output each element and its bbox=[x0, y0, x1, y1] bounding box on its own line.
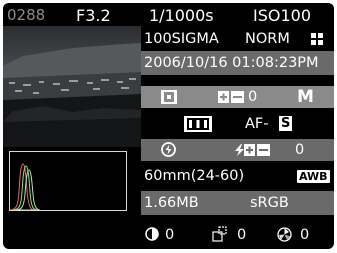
playback-screen: 0288 F3.2 1/1000s ISO100 100SIGMA NORM 2… bbox=[3, 3, 334, 249]
capture-datetime: 2006/10/16 01:08:23PM bbox=[144, 55, 319, 71]
exposure-mode: M bbox=[297, 87, 314, 107]
focus-mode: AF- bbox=[245, 116, 269, 132]
white-balance-badge: AWB bbox=[297, 170, 330, 183]
shooting-info-panel: 100SIGMA NORM 2006/10/16 01:08:23PM 0 M … bbox=[141, 26, 334, 249]
datetime-row: 2006/10/16 01:08:23PM bbox=[141, 51, 334, 75]
iso-value: ISO100 bbox=[253, 6, 312, 25]
exposure-row: 0 M bbox=[141, 86, 334, 108]
folder-name: 100SIGMA bbox=[144, 31, 219, 47]
focus-row: AF- S bbox=[141, 113, 334, 135]
sharpness-icon bbox=[212, 226, 227, 242]
sharpness-value: 0 bbox=[237, 227, 247, 243]
contrast-value: 0 bbox=[165, 227, 175, 243]
aperture-value: F3.2 bbox=[76, 6, 111, 25]
file-size: 1.66MB bbox=[144, 195, 199, 211]
image-quality: NORM bbox=[245, 31, 290, 47]
quality-grid-icon bbox=[311, 33, 323, 45]
focal-length: 60mm(24-60) bbox=[144, 168, 245, 184]
focus-mode-badge: S bbox=[279, 116, 293, 131]
saturation-value: 0 bbox=[300, 227, 310, 243]
lens-row: 60mm(24-60) AWB bbox=[141, 165, 334, 187]
shutter-speed: 1/1000s bbox=[149, 6, 214, 25]
folder-row: 100SIGMA NORM bbox=[141, 28, 334, 50]
exposure-comp-value: 0 bbox=[248, 89, 258, 105]
exposure-comp-icon bbox=[218, 91, 244, 103]
contrast-icon bbox=[145, 227, 159, 241]
af-area-icon bbox=[184, 116, 212, 132]
file-row: 1.66MB sRGB bbox=[141, 191, 334, 215]
color-space: sRGB bbox=[250, 195, 289, 211]
photo-thumbnail bbox=[3, 26, 141, 147]
parameters-row: 0 0 0 bbox=[141, 224, 334, 246]
flash-comp-value: 0 bbox=[295, 142, 305, 158]
flash-comp-icon bbox=[235, 144, 270, 156]
saturation-icon bbox=[277, 227, 292, 242]
top-info-bar: 0288 F3.2 1/1000s ISO100 bbox=[3, 3, 334, 26]
flash-row: 0 bbox=[141, 139, 334, 161]
histogram bbox=[9, 151, 127, 211]
file-number: 0288 bbox=[7, 6, 46, 24]
flash-off-icon bbox=[161, 142, 176, 157]
metering-icon bbox=[161, 90, 177, 104]
